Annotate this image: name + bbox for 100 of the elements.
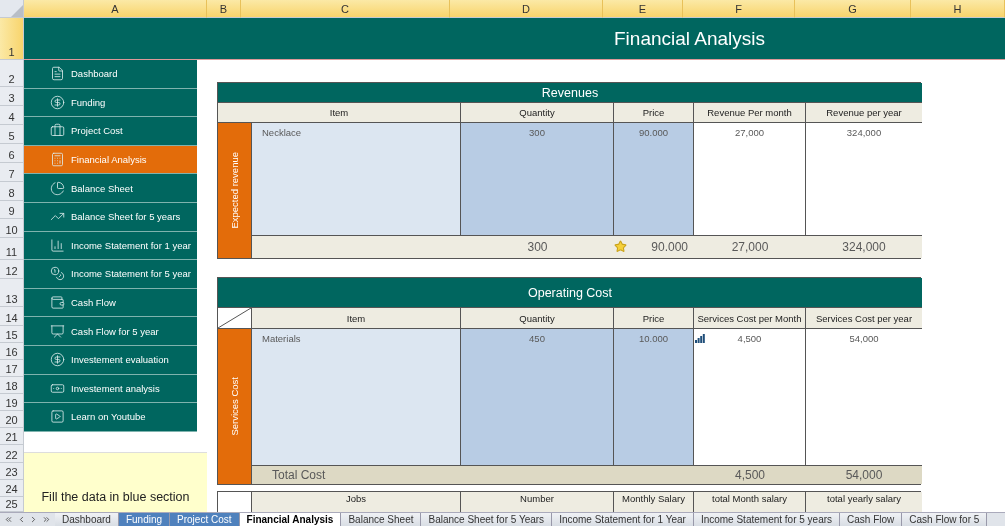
star-icon bbox=[614, 240, 627, 253]
sidebar-item[interactable]: Balance Sheet for 5 years bbox=[24, 202, 197, 232]
sheet-tab[interactable]: Funding bbox=[118, 513, 171, 526]
row-header[interactable]: 4 bbox=[0, 106, 24, 125]
table-cell: 450 bbox=[461, 329, 614, 466]
briefcase-icon bbox=[50, 123, 65, 139]
row-header[interactable]: 21 bbox=[0, 428, 24, 445]
sheet-tab[interactable]: Income Statement for 5 years bbox=[693, 513, 841, 526]
table-title: Operating Cost bbox=[218, 278, 922, 308]
column-header[interactable]: C bbox=[241, 0, 450, 18]
table-cell: 54,000 bbox=[806, 329, 922, 466]
sidebar-item[interactable]: Cash Flow for 5 year bbox=[24, 317, 197, 346]
column-header: Item bbox=[218, 103, 461, 123]
pie-chart-icon bbox=[50, 180, 65, 196]
row-header[interactable]: 20 bbox=[0, 411, 24, 428]
table-cell: 300 bbox=[461, 123, 614, 236]
column-header[interactable]: E bbox=[603, 0, 683, 18]
sidebar-item[interactable]: Learn on Youtube bbox=[24, 403, 197, 432]
column-header: Quantity bbox=[461, 308, 614, 329]
column-header: Item bbox=[252, 308, 461, 329]
row-header[interactable]: 15 bbox=[0, 326, 24, 343]
column-header: Monthly Salary bbox=[614, 492, 694, 512]
row-header[interactable]: 6 bbox=[0, 144, 24, 163]
play-icon bbox=[50, 409, 65, 425]
row-header[interactable]: 18 bbox=[0, 377, 24, 394]
wallet-icon bbox=[50, 295, 65, 311]
row-header[interactable]: 25 bbox=[0, 497, 24, 512]
table-cell: 90.000 bbox=[614, 236, 694, 258]
sheet-tab[interactable]: Financial Analysis bbox=[239, 513, 342, 526]
sheet-tab[interactable]: Income Statement for 1 Year bbox=[552, 513, 694, 526]
sidebar-item[interactable]: Project Cost bbox=[24, 117, 197, 146]
row-header[interactable]: 12 bbox=[0, 260, 24, 279]
table-cell: 27,000 bbox=[694, 123, 806, 236]
sidebar-item[interactable]: Balance Sheet bbox=[24, 174, 197, 203]
table-cell: Necklace bbox=[252, 123, 461, 236]
sidebar-item[interactable]: Investement evaluation bbox=[24, 345, 197, 375]
table-cell: Materials bbox=[252, 329, 461, 466]
column-header: Price bbox=[614, 308, 694, 329]
row-header[interactable]: 1 bbox=[0, 18, 24, 60]
bar-chart-icon bbox=[50, 237, 65, 253]
side-label: Services Cost bbox=[218, 329, 252, 484]
table-cell: 27,000 bbox=[694, 236, 806, 258]
row-header[interactable]: 24 bbox=[0, 480, 24, 497]
row-header[interactable]: 13 bbox=[0, 279, 24, 307]
row-header[interactable]: 22 bbox=[0, 445, 24, 463]
row-header[interactable]: 9 bbox=[0, 201, 24, 219]
row-header[interactable]: 5 bbox=[0, 125, 24, 144]
row-header[interactable]: 11 bbox=[0, 238, 24, 260]
note-text: Fill the data in blue section bbox=[41, 490, 190, 504]
sidebar-item[interactable]: Investement analysis bbox=[24, 374, 197, 404]
sheet-tab[interactable]: Dashboard bbox=[55, 513, 119, 526]
first-sheet-icon[interactable] bbox=[3, 515, 13, 524]
column-header[interactable]: H bbox=[911, 0, 1005, 18]
sheet-tab[interactable]: Cash Flow for 5 bbox=[902, 513, 988, 526]
row-header[interactable]: 10 bbox=[0, 219, 24, 238]
row-header[interactable]: 19 bbox=[0, 394, 24, 411]
row-header[interactable]: 8 bbox=[0, 182, 24, 201]
table-title: Revenues bbox=[218, 83, 922, 103]
sheet-tab[interactable]: Project Cost bbox=[170, 513, 240, 526]
side-label: Expected revenue bbox=[218, 123, 252, 258]
row-header[interactable]: 3 bbox=[0, 87, 24, 106]
column-header: Services Cost per year bbox=[806, 308, 922, 329]
row-header[interactable]: 2 bbox=[0, 60, 24, 87]
calculator-icon bbox=[50, 152, 65, 168]
column-header: total yearly salary bbox=[806, 492, 922, 512]
coins-icon bbox=[50, 266, 65, 282]
table-cell: 300 bbox=[461, 236, 614, 258]
row-header[interactable]: 14 bbox=[0, 307, 24, 326]
table-cell: Total Cost bbox=[252, 466, 461, 484]
table-cell: 90.000 bbox=[614, 123, 694, 236]
document-icon bbox=[50, 66, 65, 82]
sidebar-item[interactable]: Income Statement for 5 year bbox=[24, 260, 197, 289]
sidebar-item[interactable]: Income Statement for 1 year bbox=[24, 231, 197, 261]
dollar-icon bbox=[50, 352, 65, 368]
column-header[interactable]: F bbox=[683, 0, 795, 18]
column-header[interactable]: G bbox=[795, 0, 911, 18]
column-header: Price bbox=[614, 103, 694, 123]
column-header: total Month salary bbox=[694, 492, 806, 512]
sheet-tab[interactable]: Balance Sheet bbox=[341, 513, 422, 526]
sheet-tab[interactable]: Cash Flow bbox=[840, 513, 903, 526]
dollar-icon bbox=[50, 94, 65, 110]
triangle-icon bbox=[11, 5, 23, 17]
row-header[interactable]: 17 bbox=[0, 360, 24, 377]
column-header: Quantity bbox=[461, 103, 614, 123]
sidebar-item[interactable]: Dashboard bbox=[24, 60, 197, 89]
last-sheet-icon[interactable] bbox=[42, 515, 52, 524]
table-cell: 54,000 bbox=[806, 466, 922, 484]
sidebar-item[interactable]: Cash Flow bbox=[24, 288, 197, 318]
column-header[interactable]: D bbox=[450, 0, 603, 18]
column-header: Jobs bbox=[252, 492, 461, 512]
column-header: Revenue per year bbox=[806, 103, 922, 123]
sidebar-item[interactable]: Funding bbox=[24, 88, 197, 118]
sheet-tab[interactable]: Balance Sheet for 5 Years bbox=[421, 513, 553, 526]
row-header[interactable]: 23 bbox=[0, 463, 24, 480]
table-cell: 324,000 bbox=[806, 123, 922, 236]
row-header[interactable]: 7 bbox=[0, 163, 24, 182]
column-header[interactable]: A bbox=[24, 0, 207, 18]
column-header[interactable]: B bbox=[207, 0, 241, 18]
row-header[interactable]: 16 bbox=[0, 343, 24, 360]
column-header: Number bbox=[461, 492, 614, 512]
